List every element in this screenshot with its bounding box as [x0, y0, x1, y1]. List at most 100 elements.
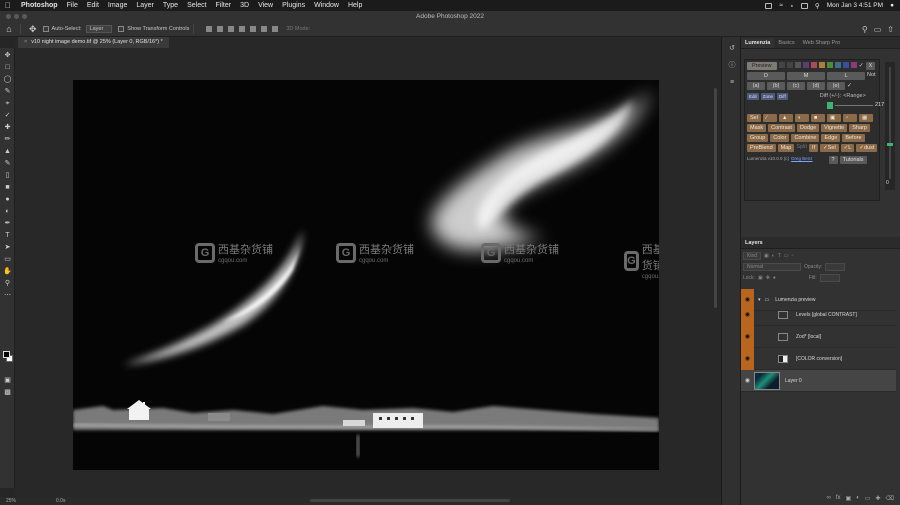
filter-smart-icon[interactable]: ▫	[792, 253, 794, 259]
siri-icon[interactable]: ●	[890, 2, 894, 9]
auto-select-checkbox[interactable]	[42, 26, 49, 32]
workspace-icon[interactable]: ▭	[874, 25, 882, 34]
align-left-icon[interactable]	[239, 26, 246, 32]
align-middle-icon[interactable]	[217, 26, 224, 32]
not-label[interactable]: Not	[867, 72, 876, 80]
edit-mode-button[interactable]: Edit	[747, 93, 759, 100]
edge-button[interactable]: Edge	[821, 134, 841, 142]
menu-filter[interactable]: Filter	[216, 2, 232, 9]
align-bottom-icon[interactable]	[228, 26, 235, 32]
new-layer-icon[interactable]: ✚	[875, 495, 880, 505]
option-cell[interactable]	[786, 62, 793, 68]
tutorials-button[interactable]: Tutorials	[839, 156, 867, 164]
eyedropper-icon[interactable]: ✓	[859, 62, 864, 70]
info-icon[interactable]: ⓘ	[727, 61, 737, 71]
lasso-tool-icon[interactable]: ◯	[3, 75, 12, 84]
saturation-icon[interactable]: ■	[810, 114, 825, 122]
filter-shape-icon[interactable]: ▭	[784, 253, 789, 259]
move-tool-icon[interactable]: ✥	[3, 51, 12, 60]
pen-tool-icon[interactable]: ✒	[3, 219, 12, 228]
battery-icon[interactable]	[800, 2, 808, 9]
shape-tool-icon[interactable]: ▭	[3, 255, 12, 264]
preblend-button[interactable]: PreBlend	[747, 144, 776, 152]
more-tools-icon[interactable]: ⋯	[3, 291, 12, 300]
new-group-icon[interactable]: ▭	[865, 495, 871, 505]
group-button[interactable]: Group	[747, 134, 769, 142]
visibility-eye-icon[interactable]: ◉	[741, 347, 754, 370]
option-cell[interactable]	[778, 62, 785, 68]
curve-icon[interactable]: ∕	[762, 114, 777, 122]
menu-file[interactable]: File	[67, 2, 78, 9]
hand-tool-icon[interactable]: ✋	[3, 267, 12, 276]
close-window-button[interactable]	[6, 14, 11, 19]
help-button[interactable]: ?	[828, 156, 838, 164]
layer-row[interactable]: ◉ Zod* [local]	[741, 325, 896, 348]
color-zone-red[interactable]	[810, 62, 817, 68]
tab-web-sharp-pro[interactable]: Web Sharp Pro	[799, 38, 845, 48]
split-button[interactable]: Split	[796, 144, 807, 152]
visibility-eye-icon[interactable]: ◉	[741, 370, 754, 392]
history-brush-tool-icon[interactable]: ✎	[3, 159, 12, 168]
color-zone-orange[interactable]	[818, 62, 825, 68]
filter-pixel-icon[interactable]: ▣	[764, 253, 769, 259]
detail-icon[interactable]: ▫	[842, 114, 857, 122]
chevron-down-icon[interactable]: ▾	[758, 297, 761, 303]
map-button[interactable]: Map	[777, 144, 795, 152]
layer-filter-dropdown[interactable]: Kind	[743, 252, 762, 260]
vertical-scrollbar[interactable]	[714, 88, 717, 308]
search-icon[interactable]: ⚲	[862, 25, 868, 34]
foreground-color-swatch[interactable]	[3, 351, 10, 358]
stamp-tool-icon[interactable]: ▲	[3, 147, 12, 156]
filter-adjust-icon[interactable]: ◐	[772, 253, 775, 259]
combine-button[interactable]: Combine	[791, 134, 820, 142]
clock[interactable]: Mon Jan 3 4:51 PM	[827, 2, 883, 9]
screen-icon[interactable]	[765, 2, 773, 9]
brush-tool-icon[interactable]: ✏	[3, 135, 12, 144]
layers-panel-title[interactable]: Layers	[741, 237, 900, 249]
lock-all-icon[interactable]: ●	[773, 275, 776, 281]
option-cell[interactable]	[794, 62, 801, 68]
layer-row[interactable]: ◉ Levels [global CONTRAST]	[741, 303, 896, 326]
blend-mode-dropdown[interactable]: Normal	[743, 263, 801, 271]
dodge-button[interactable]: Dodge	[796, 124, 820, 132]
layer-name[interactable]: Zod* [local]	[796, 334, 821, 340]
menu-window[interactable]: Window	[314, 2, 339, 9]
layer-name[interactable]: Levels [global CONTRAST]	[796, 312, 857, 318]
vignette-button[interactable]: Vignette	[821, 124, 848, 132]
color-zone-green[interactable]	[826, 62, 833, 68]
quick-select-tool-icon[interactable]: ✎	[3, 87, 12, 96]
transform-controls-checkbox[interactable]	[118, 26, 125, 32]
marquee-tool-icon[interactable]: □	[3, 63, 12, 72]
more-options-icon[interactable]	[272, 26, 279, 32]
zone-d-button[interactable]: (d)	[807, 82, 825, 90]
path-select-tool-icon[interactable]: ➤	[3, 243, 12, 252]
close-x-button[interactable]: X	[865, 62, 876, 70]
document-image[interactable]: G 西基杂货铺 cgqou.com G 西基杂货铺 cgqou.com G 西基…	[73, 80, 659, 470]
menu-select[interactable]: Select	[187, 2, 206, 9]
layer-row[interactable]: ◉ [COLOR conversion]	[741, 347, 896, 370]
zone-b-button[interactable]: (b)	[767, 82, 785, 90]
menu-image[interactable]: Image	[108, 2, 127, 9]
screen-mode-icon[interactable]: ▩	[3, 388, 12, 397]
blur-tool-icon[interactable]: ●	[3, 195, 12, 204]
zoom-level[interactable]: 25%	[6, 498, 16, 504]
dodge-icon[interactable]: ◐	[794, 114, 809, 122]
contrast-button[interactable]: Contrast	[768, 124, 795, 132]
link-layers-icon[interactable]: ∞	[827, 495, 831, 505]
sel-button[interactable]: Sel	[747, 114, 761, 122]
menu-3d[interactable]: 3D	[240, 2, 249, 9]
color-button[interactable]: Color	[770, 134, 790, 142]
mask-button[interactable]: Mask	[747, 124, 767, 132]
zone-mid-button[interactable]: M	[787, 72, 825, 80]
menu-help[interactable]: Help	[348, 2, 362, 9]
zone-light-button[interactable]: L	[827, 72, 865, 80]
visibility-eye-icon[interactable]: ◉	[741, 325, 754, 348]
sharp-button[interactable]: Sharp	[849, 124, 870, 132]
filter-type-icon[interactable]: T	[778, 253, 781, 259]
preview-button[interactable]: Preview	[747, 62, 777, 70]
healing-tool-icon[interactable]: ✚	[3, 123, 12, 132]
doc-info[interactable]: 0.0s	[56, 498, 65, 504]
eraser-tool-icon[interactable]: ▯	[3, 171, 12, 180]
align-center-icon[interactable]	[250, 26, 257, 32]
color-zone-purple[interactable]	[802, 62, 809, 68]
